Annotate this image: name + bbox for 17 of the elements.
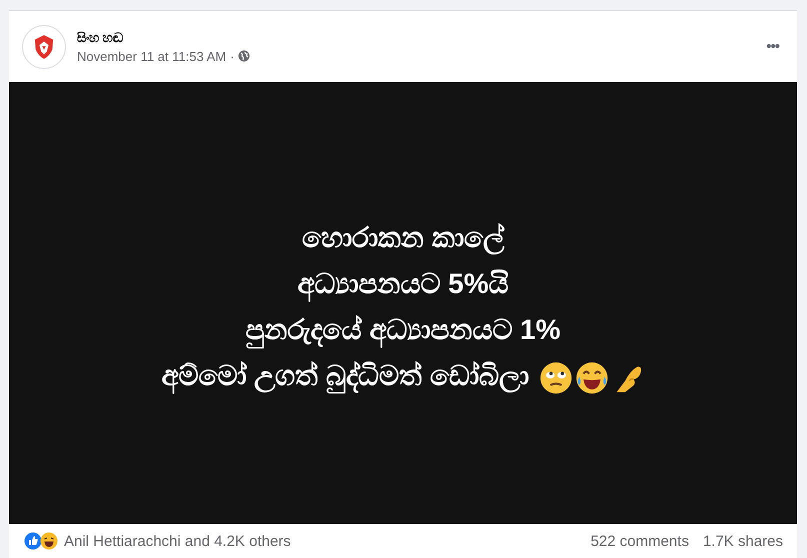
image-text-line: අධ්‍යාපනයට 5%යි: [297, 265, 509, 303]
separator: ·: [230, 48, 234, 64]
laughing-reaction-icon: [40, 532, 58, 550]
shield-logo-icon: [33, 34, 55, 60]
comments-count[interactable]: 522 comments: [590, 532, 689, 550]
like-reaction-icon: [24, 532, 42, 550]
page-name[interactable]: සිංහ හඬ: [77, 30, 760, 46]
page-avatar[interactable]: [22, 24, 66, 68]
eye-roll-emoji-icon: [538, 360, 573, 395]
post-timestamp[interactable]: November 11 at 11:53 AM: [77, 48, 226, 64]
laughing-emoji-icon: [574, 360, 609, 395]
image-text-line: අම්මෝ උගත් බුද්ධිමත් ඩෝබිලා: [161, 357, 645, 395]
image-text-line: පුනරුදයේ අධ්‍යාපනයට 1%: [245, 311, 561, 349]
reactions-summary[interactable]: Anil Hettiarachchi and 4.2K others: [64, 532, 291, 550]
shares-count[interactable]: 1.7K shares: [702, 532, 783, 550]
more-options-button[interactable]: •••: [760, 34, 785, 59]
image-text-line: හොරාකන කාලේ: [302, 221, 504, 256]
